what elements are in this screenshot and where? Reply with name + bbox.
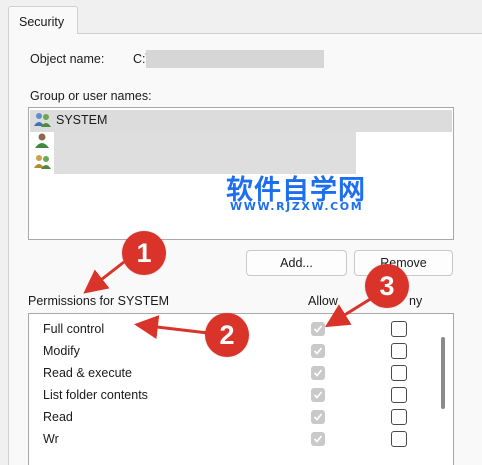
tab-label: Security <box>19 15 65 29</box>
annotation-arrows <box>83 260 373 340</box>
tab-security[interactable]: Security <box>8 6 78 34</box>
arrow-2 <box>134 315 209 340</box>
arrow-3 <box>324 296 373 328</box>
annotation-badge-3: 3 <box>365 264 409 308</box>
arrow-1 <box>83 260 125 294</box>
annotation-badge-1: 1 <box>122 231 166 275</box>
annotation-badge-2: 2 <box>205 313 249 357</box>
